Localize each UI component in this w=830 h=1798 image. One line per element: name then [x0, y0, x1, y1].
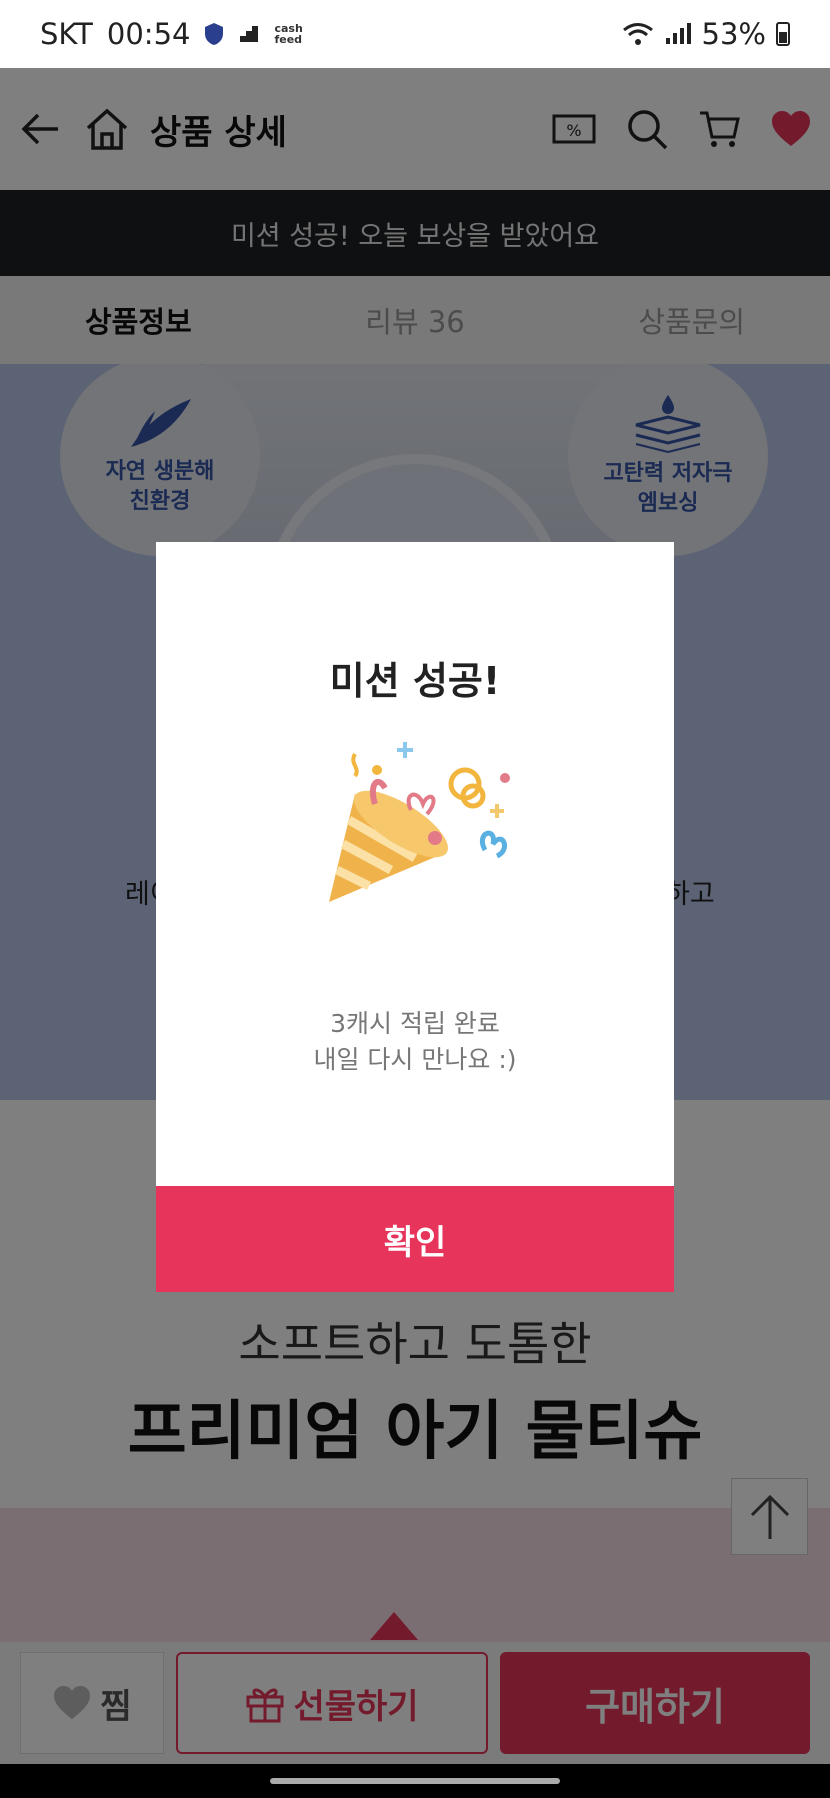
status-bar: SKT 00:54 cash feed 53% — [0, 0, 830, 68]
dialog-message-line2: 내일 다시 만나요 :) — [313, 1045, 517, 1074]
party-popper-icon — [329, 742, 510, 902]
wifi-icon — [622, 23, 653, 45]
mission-success-dialog: 미션 성공! 3캐시 적립 완료 내일 다시 만나요 :) 확인 — [156, 542, 674, 1292]
signal-icon — [665, 23, 691, 44]
battery-icon — [776, 22, 790, 46]
stairs-icon — [240, 26, 259, 42]
clock: 00:54 — [106, 17, 191, 51]
shield-icon — [205, 23, 224, 45]
dialog-message-line1: 3캐시 적립 완료 — [330, 1009, 500, 1038]
system-nav-bar — [0, 1764, 830, 1798]
confirm-button[interactable]: 확인 — [156, 1186, 674, 1292]
battery-percent: 53% — [701, 17, 766, 51]
home-gesture-pill[interactable] — [270, 1778, 560, 1784]
dialog-title: 미션 성공! — [329, 659, 501, 703]
cashfeed-logo: cash feed — [274, 22, 303, 46]
carrier: SKT — [40, 17, 93, 51]
